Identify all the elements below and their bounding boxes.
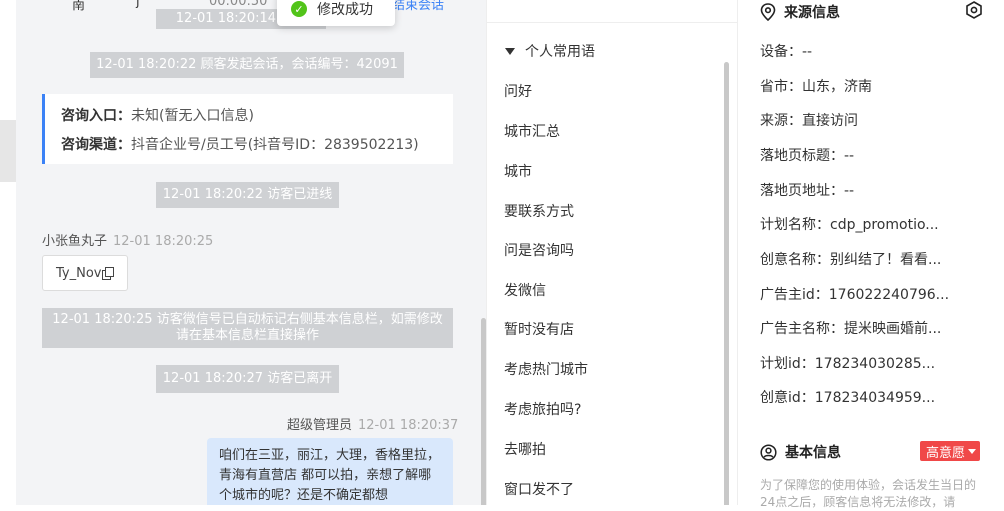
phrases-scrollbar[interactable] xyxy=(724,62,729,505)
phrase-item[interactable]: 窗口发不了 xyxy=(504,479,574,499)
system-message: 12-01 18:20:27 访客已离开 xyxy=(156,365,339,393)
consult-channel-label: 咨询渠道： xyxy=(61,137,131,153)
session-timer: 00:00:50 xyxy=(209,0,268,9)
caret-down-icon xyxy=(968,448,977,454)
visitor-name: 小张鱼丸子 xyxy=(42,234,108,249)
phrase-item[interactable]: 城市汇总 xyxy=(504,121,560,141)
intent-badge-label: 高意愿 xyxy=(926,445,966,461)
source-field-advertiser-id: 广告主id：176022240796... xyxy=(760,287,950,303)
source-field-province-city: 省市：山东，济南 xyxy=(760,79,872,95)
phrase-group-title: 个人常用语 xyxy=(525,44,595,60)
phrase-item[interactable]: 要联系方式 xyxy=(504,201,574,221)
source-field-device: 设备：-- xyxy=(760,44,813,60)
chat-panel: 南 j 00:00:50 结束会话 12-01 18:20:14 访客 12-0… xyxy=(16,0,486,505)
source-info-title: 来源信息 xyxy=(784,5,840,21)
caret-down-icon xyxy=(505,47,515,55)
visitor-msg-time: 12-01 18:20:25 xyxy=(113,234,214,249)
source-field-plan-name: 计划名称：cdp_promotio... xyxy=(760,217,939,233)
agent-msg-time: 12-01 18:20:37 xyxy=(358,418,459,433)
phrase-item[interactable]: 去哪拍 xyxy=(504,439,546,459)
visitor-message-text: Ty_Nov xyxy=(56,265,102,281)
agent-name: 超级管理员 xyxy=(287,418,353,433)
source-field-landing-url: 落地页地址：-- xyxy=(760,183,855,199)
intent-badge[interactable]: 高意愿 xyxy=(920,441,981,461)
source-info-header: 来源信息 xyxy=(760,2,840,22)
phrase-item[interactable]: 考虑热门城市 xyxy=(504,359,588,379)
source-field-plan-id: 计划id：178234030285... xyxy=(760,356,936,372)
basic-info-notice: 为了保障您的使用体验，会话发生当日的24点之后，顾客信息将无法修改，请 xyxy=(760,478,977,509)
source-field-source: 来源：直接访问 xyxy=(760,113,858,129)
check-circle-icon: ✓ xyxy=(291,1,307,17)
consult-info-card: 咨询入口：未知(暂无入口信息) 咨询渠道：抖音企业号/员工号(抖音号ID：283… xyxy=(42,94,453,164)
phrase-item[interactable]: 考虑旅拍吗? xyxy=(504,399,581,419)
visitor-message[interactable]: Ty_Nov xyxy=(42,255,128,291)
phrase-item[interactable]: 城市 xyxy=(504,161,532,181)
agent-message: 咱们在三亚，丽江，大理，香格里拉，青海有直营店 都可以拍，亲想了解哪个城市的呢？… xyxy=(207,438,453,505)
basic-info-header: 基本信息 xyxy=(760,442,841,462)
phrase-item[interactable]: 问好 xyxy=(504,81,532,101)
end-session-link[interactable]: 结束会话 xyxy=(392,0,444,13)
source-field-advertiser-name: 广告主名称：提米映画婚前... xyxy=(760,321,942,337)
phrase-item[interactable]: 发微信 xyxy=(504,280,546,300)
system-message: 12-01 18:20:22 访客已进线 xyxy=(156,182,339,208)
phrases-panel: 个人常用语 问好 城市汇总 城市 要联系方式 问是咨询吗 发微信 暂时没有店 考… xyxy=(486,0,737,505)
basic-info-title: 基本信息 xyxy=(785,445,841,461)
info-panel: 来源信息 设备：-- 省市：山东，济南 来源：直接访问 落地页标题：-- 落地页… xyxy=(737,0,1004,509)
left-strip xyxy=(0,0,16,505)
left-collapse-tab[interactable] xyxy=(0,120,16,182)
source-field-creative-name: 创意名称：别纠结了！看看... xyxy=(760,252,942,268)
phrase-item[interactable]: 暂时没有店 xyxy=(504,319,574,339)
visitor-sender: 小张鱼丸子 12-01 18:20:25 xyxy=(42,230,213,249)
success-toast: ✓ 修改成功 xyxy=(277,0,395,26)
visitor-name-fragment: 南 xyxy=(72,0,86,13)
location-pin-icon xyxy=(760,3,776,21)
system-message: 12-01 18:20:22 顾客发起会话，会话编号：42091 xyxy=(90,52,404,78)
divider xyxy=(487,22,737,23)
source-field-landing-title: 落地页标题：-- xyxy=(760,148,855,164)
visitor-name-fragment-2: j xyxy=(136,0,140,9)
consult-channel-value: 抖音企业号/员工号(抖音号ID：2839502213) xyxy=(131,137,419,153)
agent-sender: 超级管理员 12-01 18:20:37 xyxy=(287,414,458,433)
toast-text: 修改成功 xyxy=(317,2,373,18)
phrase-item[interactable]: 问是咨询吗 xyxy=(504,240,574,260)
consult-entry-value: 未知(暂无入口信息) xyxy=(131,108,254,124)
user-circle-icon xyxy=(760,443,777,461)
phrase-group-header[interactable]: 个人常用语 xyxy=(505,41,595,61)
system-message: 12-01 18:20:25 访客微信号已自动标记右侧基本信息栏，如需修改请在基… xyxy=(42,308,453,348)
copy-icon[interactable] xyxy=(102,266,115,280)
consult-entry-label: 咨询入口： xyxy=(61,108,131,124)
source-field-creative-id: 创意id：178234034959... xyxy=(760,390,936,406)
settings-hex-icon[interactable] xyxy=(965,1,983,23)
